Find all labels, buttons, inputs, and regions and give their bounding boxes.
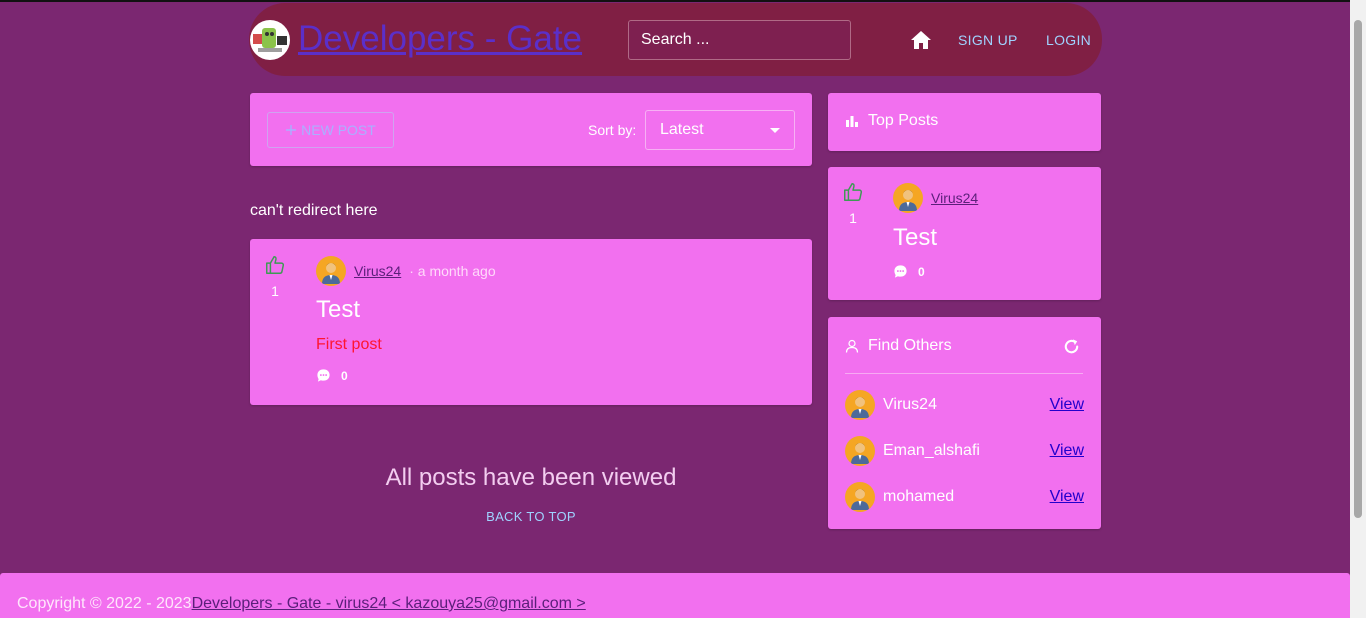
post-author-row: Virus24 · a month ago [316, 256, 496, 286]
find-others-title: Find Others [868, 337, 952, 354]
bar-chart-icon [846, 116, 858, 127]
view-user-link[interactable]: View [1050, 396, 1084, 414]
post-title[interactable]: Test [316, 296, 360, 324]
refresh-icon[interactable] [1062, 337, 1081, 356]
plus-icon [286, 125, 297, 135]
find-others-title-row: Find Others [845, 337, 952, 355]
feed-end-message: All posts have been viewed [385, 464, 677, 491]
user-row: mohamed View [845, 481, 1084, 513]
page-scrollbar[interactable] [1350, 0, 1366, 618]
scrollbar-thumb[interactable] [1354, 20, 1362, 518]
top-posts-title-row: Top Posts [845, 112, 938, 130]
brand-link[interactable]: Developers - Gate [298, 19, 582, 59]
avatar [845, 482, 875, 512]
find-others-card: Find Others Virus24 View Eman_alshafi Vi… [828, 317, 1101, 529]
navbar: Developers - Gate SIGN UP LOGIN [249, 3, 1102, 76]
top-posts-title: Top Posts [868, 112, 939, 129]
search-input[interactable] [628, 20, 851, 60]
home-icon [911, 31, 931, 49]
avatar [845, 390, 875, 420]
sort-value: Latest [660, 121, 704, 138]
signup-link[interactable]: SIGN UP [958, 32, 1018, 48]
user-name: Virus24 [883, 396, 937, 413]
top-post-comments[interactable]: 0 [893, 264, 925, 279]
footer-copyright: Copyright © 2022 - 2023 [17, 595, 192, 612]
footer-text: Copyright © 2022 - 2023Developers - Gate… [17, 595, 586, 613]
window-top-border [0, 0, 1366, 2]
post-body: First post [316, 336, 382, 353]
top-post-author-row: Virus24 [893, 183, 978, 213]
post-card[interactable]: 1 Virus24 · a month ago Test First post … [250, 239, 812, 405]
post-toolbar: NEW POST Sort by: Latest [250, 93, 812, 166]
thumbs-up-icon[interactable] [842, 181, 864, 203]
sort-select[interactable]: Latest [645, 110, 795, 150]
find-others-divider [845, 373, 1083, 374]
post-time: · a month ago [409, 263, 496, 279]
login-link[interactable]: LOGIN [1046, 32, 1091, 48]
user-name: mohamed [883, 488, 955, 505]
comment-icon [317, 369, 330, 382]
new-post-button[interactable]: NEW POST [267, 112, 394, 148]
post-like-group: 1 [264, 254, 286, 299]
user-row: Virus24 View [845, 389, 1084, 421]
avatar [893, 183, 923, 213]
new-post-label: NEW POST [301, 122, 376, 138]
thumbs-up-icon[interactable] [264, 254, 286, 276]
site-logo[interactable] [250, 20, 290, 60]
home-button[interactable] [909, 28, 933, 52]
top-post-comment-count: 0 [918, 264, 925, 279]
back-to-top-button[interactable]: BACK TO TOP [250, 509, 812, 524]
top-post-like-group: 1 [842, 181, 864, 226]
view-user-link[interactable]: View [1050, 488, 1084, 506]
post-comments[interactable]: 0 [316, 368, 348, 383]
view-user-link[interactable]: View [1050, 442, 1084, 460]
comment-icon [894, 265, 907, 278]
chevron-down-icon [770, 127, 780, 133]
top-post-author-link[interactable]: Virus24 [931, 190, 978, 206]
post-comment-count: 0 [341, 368, 348, 383]
post-author-link[interactable]: Virus24 [354, 263, 401, 279]
person-icon [845, 339, 859, 353]
top-post-like-count: 1 [849, 210, 857, 226]
user-row: Eman_alshafi View [845, 435, 1084, 467]
footer-link[interactable]: Developers - Gate - virus24 < kazouya25@… [192, 595, 586, 612]
top-post-card[interactable]: 1 Virus24 Test 0 [828, 167, 1101, 300]
notice-text: can't redirect here [250, 202, 378, 219]
user-name: Eman_alshafi [883, 442, 980, 459]
post-like-count: 1 [271, 283, 279, 299]
top-post-title[interactable]: Test [893, 224, 937, 252]
top-posts-header: Top Posts [828, 93, 1101, 151]
sort-label: Sort by: [588, 122, 637, 138]
avatar [316, 256, 346, 286]
footer: Copyright © 2022 - 2023Developers - Gate… [0, 573, 1350, 618]
avatar [845, 436, 875, 466]
